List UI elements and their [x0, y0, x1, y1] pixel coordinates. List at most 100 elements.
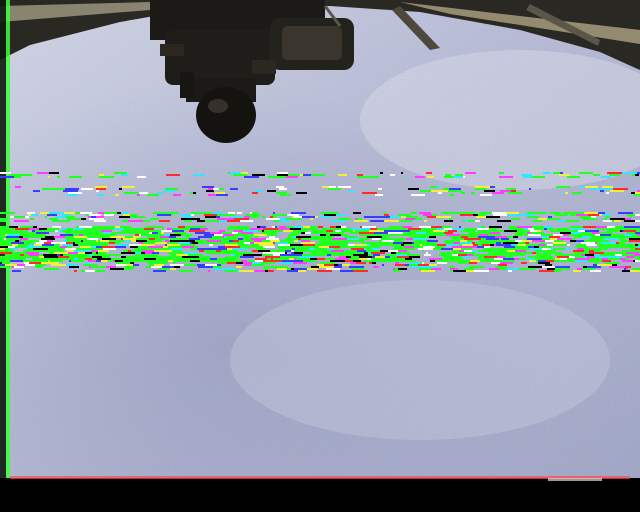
noise-segment: [49, 212, 64, 214]
noise-segment: [461, 230, 475, 232]
noise-segment: [436, 216, 440, 218]
noise-segment: [368, 252, 371, 254]
noise-segment: [319, 238, 324, 240]
noise-segment: [232, 216, 244, 218]
noise-segment: [305, 232, 311, 234]
noise-segment: [519, 252, 532, 254]
noise-segment: [225, 270, 237, 272]
noise-segment: [169, 256, 182, 258]
noise-segment: [499, 268, 507, 270]
noise-segment: [193, 192, 196, 194]
noise-segment: [268, 242, 273, 244]
noise-segment: [0, 218, 8, 220]
noise-segment: [204, 214, 217, 216]
noise-segment: [555, 254, 566, 256]
noise-segment: [68, 192, 82, 194]
noise-segment: [415, 230, 423, 232]
noise-segment: [300, 230, 308, 232]
noise-segment: [509, 252, 516, 254]
noise-segment: [593, 174, 600, 176]
noise-segment: [477, 238, 481, 240]
noise-segment: [614, 220, 621, 222]
noise-segment: [329, 252, 331, 254]
noise-segment: [435, 246, 445, 248]
noise-segment: [441, 248, 453, 250]
noise-segment: [492, 254, 500, 256]
noise-segment: [237, 252, 252, 254]
noise-segment: [393, 270, 401, 272]
noise-segment: [225, 244, 238, 246]
noise-segment: [548, 216, 552, 218]
noise-segment: [23, 260, 27, 262]
noise-segment: [193, 256, 199, 258]
noise-segment: [318, 244, 327, 246]
noise-segment: [163, 262, 168, 264]
noise-segment: [285, 238, 298, 240]
noise-segment: [423, 230, 433, 232]
noise-segment: [338, 174, 347, 176]
noise-segment: [296, 236, 311, 238]
noise-segment: [251, 238, 266, 240]
noise-segment: [0, 256, 14, 258]
noise-segment: [130, 258, 136, 260]
noise-segment: [335, 228, 347, 230]
noise-segment: [230, 172, 241, 174]
noise-segment: [55, 230, 58, 232]
noise-segment: [460, 252, 475, 254]
noise-segment: [327, 244, 339, 246]
noise-segment: [496, 242, 501, 244]
noise-segment: [33, 248, 48, 250]
noise-segment: [578, 230, 585, 232]
noise-segment: [582, 236, 591, 238]
noise-segment: [142, 250, 154, 252]
noise-segment: [61, 256, 69, 258]
noise-segment: [155, 242, 167, 244]
noise-segment: [459, 244, 462, 246]
noise-segment: [615, 254, 622, 256]
noise-segment: [436, 228, 444, 230]
noise-segment: [329, 186, 336, 188]
noise-segment: [365, 236, 367, 238]
noise-segment: [360, 226, 362, 228]
noise-segment: [7, 234, 20, 236]
noise-segment: [347, 230, 353, 232]
noise-segment: [35, 250, 44, 252]
noise-segment: [532, 240, 545, 242]
noise-segment: [85, 270, 95, 272]
noise-segment: [243, 254, 258, 256]
noise-segment: [572, 230, 578, 232]
noise-segment: [395, 228, 408, 230]
noise-segment: [627, 228, 638, 230]
noise-segment: [184, 252, 197, 254]
noise-segment: [318, 216, 331, 218]
noise-segment: [599, 214, 602, 216]
noise-segment: [335, 232, 340, 234]
noise-segment: [74, 258, 78, 260]
noise-segment: [98, 236, 110, 238]
noise-segment: [538, 218, 547, 220]
noise-segment: [23, 234, 37, 236]
noise-segment: [468, 232, 483, 234]
noise-segment: [135, 234, 139, 236]
noise-segment: [386, 254, 396, 256]
noise-segment: [275, 226, 277, 228]
noise-segment: [481, 258, 494, 260]
noise-segment: [599, 246, 614, 248]
noise-segment: [634, 254, 640, 256]
noise-segment: [355, 244, 367, 246]
noise-segment: [0, 234, 5, 236]
noise-segment: [219, 220, 227, 222]
noise-segment: [69, 266, 79, 268]
noise-segment: [266, 238, 279, 240]
noise-segment: [319, 232, 332, 234]
noise-segment: [273, 252, 285, 254]
noise-segment: [66, 216, 75, 218]
noise-segment: [596, 226, 607, 228]
noise-segment: [277, 174, 288, 176]
noise-segment: [372, 256, 375, 258]
noise-segment: [60, 234, 73, 236]
noise-segment: [382, 236, 389, 238]
noise-segment: [580, 186, 585, 188]
noise-segment: [615, 226, 624, 228]
noise-segment: [515, 246, 528, 248]
